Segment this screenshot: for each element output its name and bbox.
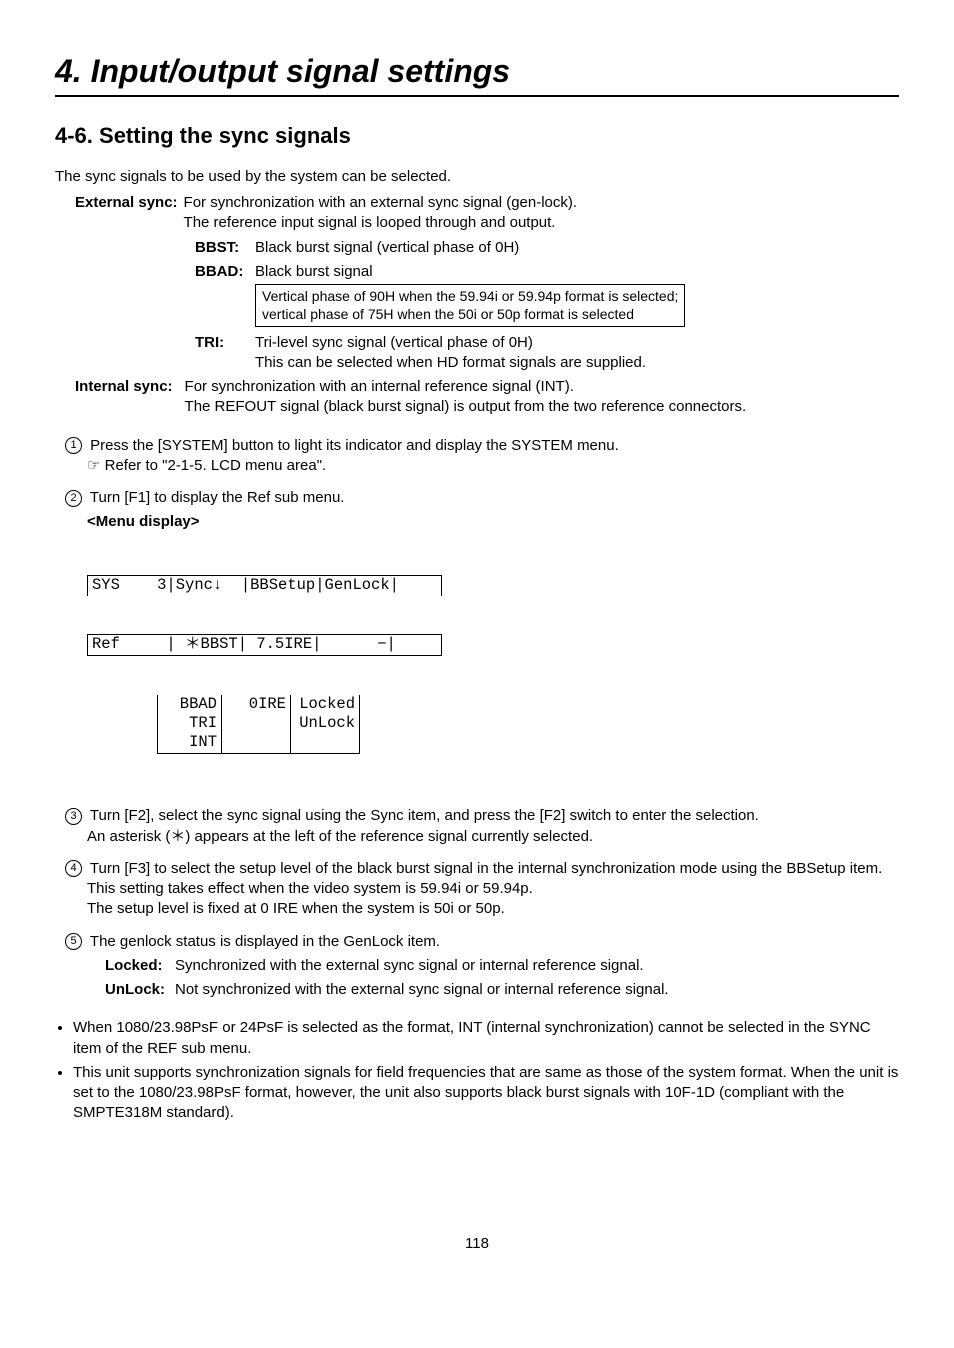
step-5: 5 The genlock status is displayed in the…	[65, 932, 899, 1001]
note-bullet-1: When 1080/23.98PsF or 24PsF is selected …	[73, 1018, 899, 1059]
menu-opts-col1: BBAD TRI INT	[157, 695, 222, 754]
bbad-label: BBAD:	[195, 262, 255, 329]
step2-text: Turn [F1] to display the Ref sub menu.	[90, 489, 345, 506]
internal-desc1: For synchronization with an internal ref…	[185, 378, 574, 395]
bbst-desc: Black burst signal (vertical phase of 0H…	[255, 238, 519, 258]
external-sync-block: External sync: For synchronization with …	[75, 193, 899, 373]
menu-opts-col2: 0IRE	[222, 695, 291, 754]
external-desc2: The reference input signal is looped thr…	[184, 214, 556, 231]
step-num-1: 1	[65, 437, 82, 454]
internal-sync-label: Internal sync:	[75, 377, 173, 418]
step5-text: The genlock status is displayed in the G…	[90, 933, 440, 950]
menu-display: SYS 3|Sync↓ |BBSetup|GenLock| Ref | ＊BBS…	[87, 537, 899, 793]
step1-ref: ☞ Refer to "2-1-5. LCD menu area".	[87, 456, 899, 476]
notes-list: When 1080/23.98PsF or 24PsF is selected …	[55, 1018, 899, 1123]
step-2: 2 Turn [F1] to display the Ref sub menu.…	[65, 488, 899, 792]
step-3: 3 Turn [F2], select the sync signal usin…	[65, 806, 899, 847]
internal-desc2: The REFOUT signal (black burst signal) i…	[185, 398, 747, 415]
step3-line2: An asterisk (＊) appears at the left of t…	[87, 827, 899, 847]
step4-line2: This setting takes effect when the video…	[87, 879, 899, 899]
page-number: 118	[55, 1234, 899, 1254]
step-num-4: 4	[65, 860, 82, 877]
step-num-5: 5	[65, 933, 82, 950]
steps-block: 1 Press the [SYSTEM] button to light its…	[65, 436, 899, 1001]
step-4: 4 Turn [F3] to select the setup level of…	[65, 859, 899, 920]
step3-line1: Turn [F2], select the sync signal using …	[90, 807, 759, 824]
step-num-3: 3	[65, 808, 82, 825]
external-desc1: For synchronization with an external syn…	[184, 194, 578, 211]
tri-desc1: Tri-level sync signal (vertical phase of…	[255, 334, 533, 351]
bbad-note1: Vertical phase of 90H when the 59.94i or…	[262, 288, 678, 304]
section-title: 4-6. Setting the sync signals	[55, 121, 899, 151]
step-num-2: 2	[65, 490, 82, 507]
menu-options-row: BBAD TRI INT 0IRE Locked UnLock	[87, 695, 899, 754]
menu-row2: Ref | ＊BBST| 7.5IRE| −|	[87, 634, 442, 655]
step4-line3: The setup level is fixed at 0 IRE when t…	[87, 899, 899, 919]
menu-row1: SYS 3|Sync↓ |BBSetup|GenLock|	[87, 575, 442, 595]
intro-text: The sync signals to be used by the syste…	[55, 167, 899, 187]
step4-line1: Turn [F3] to select the setup level of t…	[90, 860, 882, 877]
internal-sync-block: Internal sync: For synchronization with …	[75, 377, 899, 418]
tri-label: TRI:	[195, 333, 255, 374]
menu-opts-col3: Locked UnLock	[290, 695, 360, 754]
menu-display-title: <Menu display>	[87, 512, 899, 532]
locked-desc: Synchronized with the external sync sign…	[175, 956, 644, 976]
bbst-label: BBST:	[195, 238, 255, 258]
locked-label: Locked:	[105, 956, 175, 976]
unlock-desc: Not synchronized with the external sync …	[175, 980, 669, 1000]
step1-text: Press the [SYSTEM] button to light its i…	[90, 437, 619, 454]
note-bullet-2: This unit supports synchronization signa…	[73, 1063, 899, 1124]
bbad-note2: vertical phase of 75H when the 50i or 50…	[262, 306, 634, 322]
chapter-title: 4. Input/output signal settings	[55, 50, 899, 97]
unlock-label: UnLock:	[105, 980, 175, 1000]
tri-desc2: This can be selected when HD format sign…	[255, 354, 646, 371]
external-sync-label: External sync:	[75, 193, 178, 234]
step-1: 1 Press the [SYSTEM] button to light its…	[65, 436, 899, 477]
bbad-desc: Black burst signal	[255, 263, 373, 280]
bbad-note-box: Vertical phase of 90H when the 59.94i or…	[255, 284, 685, 326]
